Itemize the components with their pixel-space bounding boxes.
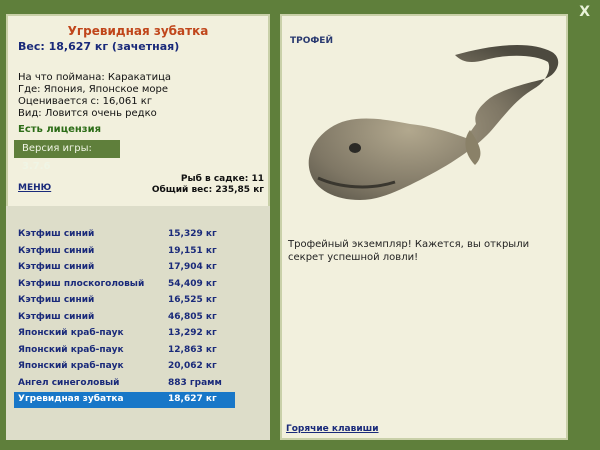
hotkeys-link[interactable]: Горячие клавиши — [286, 424, 379, 434]
catch-row[interactable]: Кэтфиш синий 46,805 кг — [14, 310, 235, 326]
catch-name: Кэтфиш синий — [18, 262, 95, 272]
catch-weight: 12,863 кг — [168, 344, 217, 355]
version-number: 3.7.6 — [22, 161, 51, 172]
catch-name: Кэтфиш плоскоголовый — [18, 278, 145, 289]
catch-row[interactable]: Ангел синеголовый 883 грамм — [14, 376, 235, 392]
catch-weight: 19,151 кг — [168, 245, 217, 256]
close-icon[interactable]: X — [579, 4, 590, 20]
rarity-info: Вид: Ловится очень редко — [18, 108, 157, 119]
catch-name: Японский краб-паук — [18, 361, 124, 371]
catch-weight: 20,062 кг — [168, 361, 217, 371]
catch-weight: 17,904 кг — [168, 262, 217, 272]
catch-name: Кэтфиш синий — [18, 229, 95, 239]
license-status: Есть лицензия — [18, 124, 102, 135]
trophy-fish-image — [308, 44, 559, 200]
menu-link[interactable]: МЕНЮ — [18, 183, 51, 193]
bait-info: На что поймана: Каракатица — [18, 72, 172, 83]
version-badge: Версия игры: 3.7.6 — [14, 140, 120, 172]
catch-name: Ангел синеголовый — [18, 377, 120, 388]
trophy-description: Трофейный экземпляр! Кажется, вы открыли… — [288, 239, 530, 263]
catch-row[interactable]: Японский краб-паук 12,863 кг — [14, 343, 235, 359]
catch-weight: 46,805 кг — [168, 311, 217, 322]
catch-weight: 883 грамм — [168, 377, 222, 388]
catch-row[interactable]: Кэтфиш синий 19,151 кг — [14, 244, 235, 260]
fish-in-cage: Рыб в садке: 11 — [180, 174, 264, 184]
catch-name: Японский краб-паук — [18, 344, 124, 355]
catch-row[interactable]: Кэтфиш плоскоголовый 54,409 кг — [14, 277, 235, 293]
catch-name: Кэтфиш синий — [18, 245, 95, 256]
catch-weight: 15,329 кг — [168, 229, 217, 239]
catch-name: Кэтфиш синий — [18, 295, 95, 305]
catch-weight: 18,627 кг — [168, 394, 217, 404]
version-prefix: Версия игры: — [22, 143, 92, 154]
catch-weight: 16,525 кг — [168, 295, 217, 305]
catch-row[interactable]: Кэтфиш синий 15,329 кг — [14, 227, 235, 243]
catch-row[interactable]: Японский краб-паук 20,062 кг — [14, 359, 235, 375]
catch-row[interactable]: Кэтфиш синий 17,904 кг — [14, 260, 235, 276]
catch-name: Угревидная зубатка — [18, 394, 124, 404]
catch-row[interactable]: Японский краб-паук 13,292 кг — [14, 326, 235, 342]
catch-row[interactable]: Кэтфиш синий 16,525 кг — [14, 293, 235, 309]
location-info: Где: Япония, Японское море — [18, 84, 169, 95]
catch-name: Кэтфиш синий — [18, 311, 95, 322]
fish-weight: Вес: 18,627 кг (зачетная) — [18, 40, 180, 53]
catch-totals: Рыб в садке: 11 Общий вес: 235,85 кг — [152, 174, 264, 196]
catch-weight: 54,409 кг — [168, 278, 217, 289]
total-weight: Общий вес: 235,85 кг — [151, 185, 264, 195]
catch-name: Японский краб-паук — [18, 328, 124, 338]
catch-row[interactable]: Угревидная зубатка 18,627 кг — [14, 392, 235, 408]
fish-title: Угревидная зубатка — [67, 24, 209, 38]
value-info: Оценивается с: 16,061 кг — [18, 96, 153, 107]
catch-weight: 13,292 кг — [168, 328, 217, 338]
